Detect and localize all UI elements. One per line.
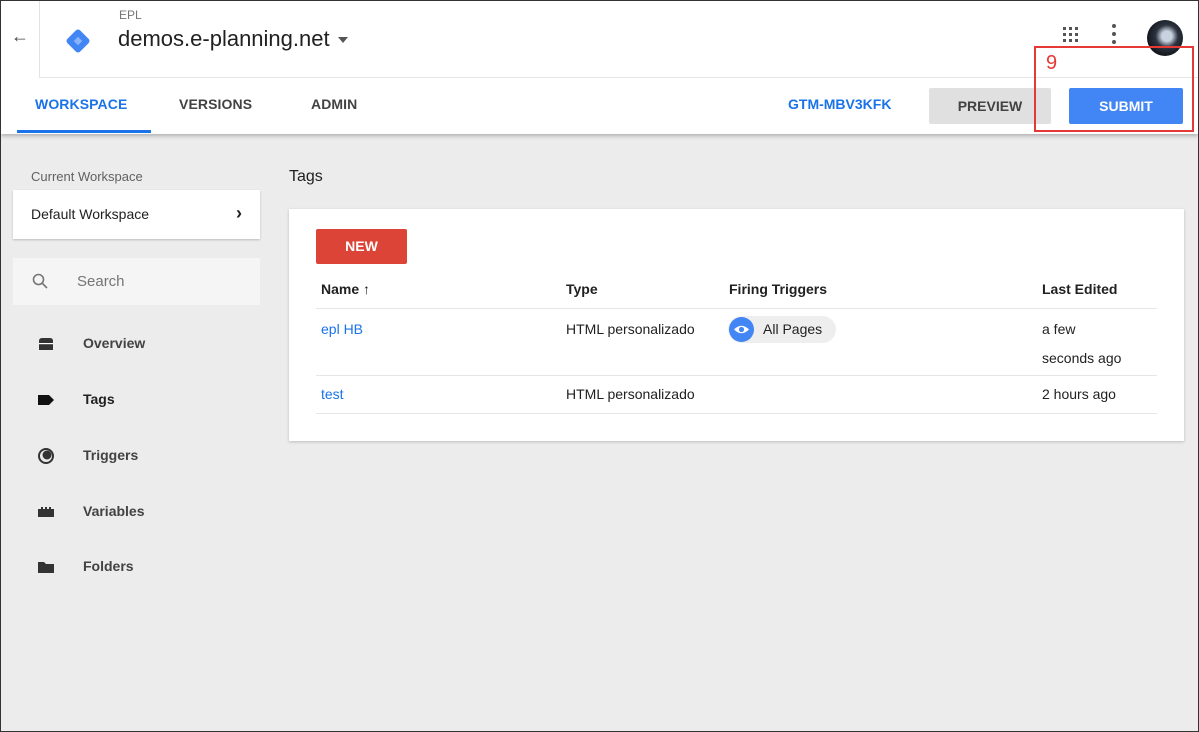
trigger-chip[interactable]: All Pages	[728, 316, 837, 343]
sidebar-item-label: Variables	[83, 503, 145, 519]
last-edited: 2 hours ago	[1042, 386, 1116, 402]
current-workspace-label: Current Workspace	[31, 169, 143, 184]
tag-name-link[interactable]: epl HB	[321, 316, 363, 342]
annotation-highlight-box	[1034, 46, 1194, 132]
sidebar-item-triggers[interactable]: Triggers	[33, 441, 260, 471]
table-row-divider	[316, 413, 1157, 414]
tab-admin[interactable]: ADMIN	[311, 96, 357, 112]
tag-type: HTML personalizado	[566, 386, 695, 402]
caret-down-icon	[337, 37, 348, 44]
sidebar-item-label: Folders	[83, 558, 134, 574]
trigger-icon	[38, 448, 54, 464]
header-divider	[39, 77, 1198, 78]
column-header-firing-triggers: Firing Triggers	[729, 281, 828, 297]
back-arrow-icon[interactable]: ←	[9, 25, 31, 47]
trigger-chip-label: All Pages	[763, 321, 823, 337]
sidebar-item-label: Tags	[83, 391, 115, 407]
more-vertical-icon[interactable]	[1111, 23, 1117, 45]
app-header: ← EPL demos.e-planning.net WORKSPACE VER…	[1, 1, 1198, 134]
workspace-selector[interactable]: Default Workspace ›	[13, 190, 260, 239]
tag-name-link[interactable]: test	[321, 381, 344, 407]
column-header-name[interactable]: Name ↑	[321, 281, 370, 297]
table-row-divider	[316, 375, 1157, 376]
column-header-last-edited: Last Edited	[1042, 281, 1118, 297]
apps-grid-icon[interactable]	[1063, 27, 1079, 43]
eye-icon	[729, 317, 754, 342]
column-header-type: Type	[566, 281, 598, 297]
last-edited-continued: seconds ago	[1042, 350, 1122, 366]
page-title: Tags	[289, 168, 323, 185]
sidebar-item-label: Overview	[83, 335, 146, 351]
tab-versions[interactable]: VERSIONS	[179, 96, 252, 112]
tag-icon	[38, 395, 54, 405]
container-name-label: demos.e-planning.net	[118, 26, 330, 51]
tab-workspace[interactable]: WORKSPACE	[35, 96, 127, 112]
chevron-right-icon: ›	[236, 203, 242, 223]
app-frame: ← EPL demos.e-planning.net WORKSPACE VER…	[0, 0, 1199, 732]
preview-button[interactable]: PREVIEW	[929, 88, 1051, 124]
search-icon	[32, 273, 48, 289]
sidebar-item-variables[interactable]: Variables	[33, 497, 260, 527]
search-input[interactable]	[77, 273, 237, 290]
container-id-link[interactable]: GTM-MBV3KFK	[788, 96, 891, 112]
header-divider-vertical	[39, 1, 40, 77]
table-divider	[316, 308, 1157, 309]
active-tab-indicator	[17, 130, 151, 133]
gtm-logo-icon	[66, 29, 90, 53]
sidebar-item-overview[interactable]: Overview	[33, 329, 260, 359]
last-edited: a few	[1042, 321, 1076, 337]
tags-table-card: NEW Name ↑ Type Firing Triggers Last Edi…	[289, 209, 1184, 441]
folder-icon	[38, 562, 54, 573]
account-name: EPL	[119, 8, 142, 22]
sidebar-item-folders[interactable]: Folders	[33, 552, 260, 582]
tag-type: HTML personalizado	[566, 321, 695, 337]
sidebar-search[interactable]	[13, 258, 260, 305]
sidebar-item-label: Triggers	[83, 447, 139, 463]
new-tag-button[interactable]: NEW	[316, 229, 407, 264]
variables-icon	[38, 507, 54, 517]
annotation-step-number: 9	[1046, 52, 1058, 74]
overview-icon	[39, 338, 53, 350]
sidebar-item-tags[interactable]: Tags	[33, 385, 260, 415]
container-selector[interactable]: demos.e-planning.net	[118, 26, 348, 52]
workspace-name: Default Workspace	[31, 206, 150, 222]
